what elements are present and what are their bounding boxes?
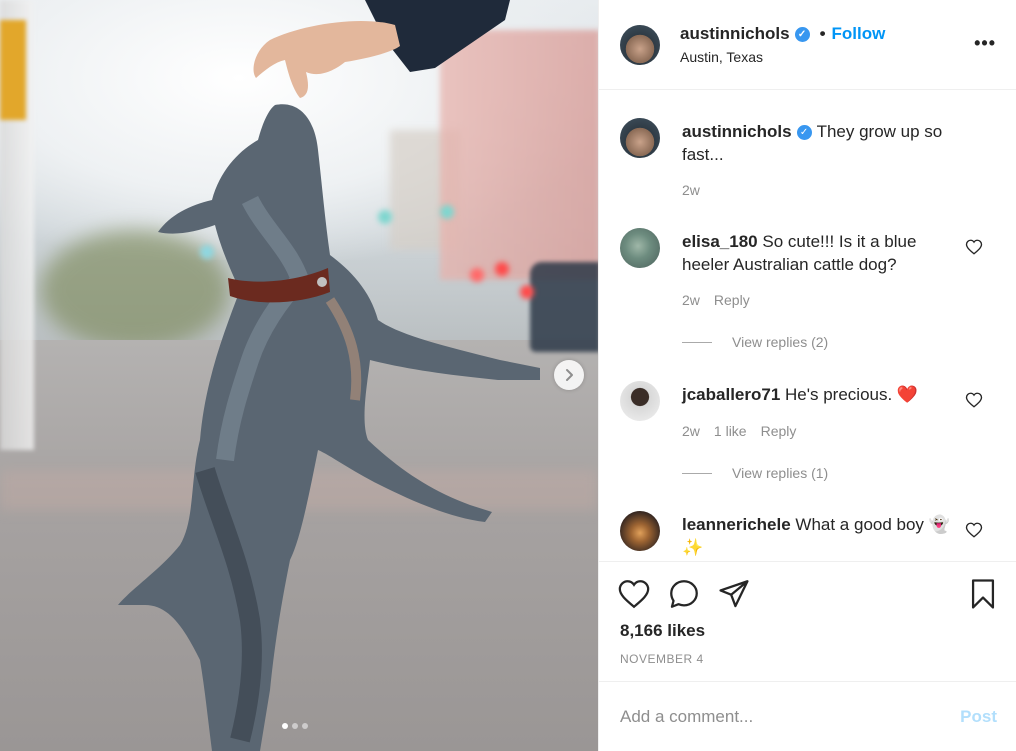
share-icon[interactable] [717, 577, 751, 611]
add-comment-bar: Post [599, 681, 1016, 751]
reply-button[interactable]: Reply [761, 423, 797, 439]
comment-text: leannerichele What a good boy 👻✨ [682, 513, 952, 559]
verified-icon: ✓ [794, 26, 810, 42]
verified-icon: ✓ [796, 125, 812, 141]
carousel-dot [302, 723, 308, 729]
follow-button[interactable]: Follow [832, 24, 886, 44]
avatar[interactable] [620, 118, 660, 158]
carousel-indicator [282, 723, 308, 729]
comment-text: jcaballero71 He's precious. ❤️ [682, 383, 952, 406]
avatar[interactable] [620, 25, 660, 65]
location-link[interactable]: Austin, Texas [680, 49, 763, 65]
post-actions: 8,166 likes NOVEMBER 4 [599, 561, 1016, 681]
caption-text: austinnichols ✓ They grow up so fast... [682, 120, 952, 166]
next-slide-button[interactable] [554, 360, 584, 390]
avatar[interactable] [620, 511, 660, 551]
timestamp: 2w [682, 423, 700, 439]
comments-list[interactable]: austinnichols ✓ They grow up so fast... 2w… [599, 91, 1016, 561]
view-replies-button[interactable]: View replies (2) [682, 334, 828, 350]
heart-icon[interactable] [965, 391, 983, 409]
post-date[interactable]: NOVEMBER 4 [620, 652, 704, 666]
comment-username[interactable]: jcaballero71 [682, 385, 780, 404]
heart-icon[interactable] [617, 577, 651, 611]
comment-icon[interactable] [667, 577, 701, 611]
likes-count[interactable]: 8,166 likes [620, 621, 705, 641]
comment-meta: 2w 1 like Reply [682, 423, 796, 439]
bookmark-icon[interactable] [966, 577, 1000, 611]
heart-icon[interactable] [965, 238, 983, 256]
divider [682, 341, 712, 343]
post-header: austinnichols ✓ • Follow Austin, Texas •… [599, 0, 1016, 90]
timestamp: 2w [682, 292, 700, 308]
comment-username[interactable]: leannerichele [682, 515, 791, 534]
heart-icon[interactable] [965, 521, 983, 539]
separator-dot: • [819, 24, 826, 43]
comment-body: He's precious. ❤️ [785, 385, 919, 404]
username-link[interactable]: austinnichols [680, 24, 790, 44]
carousel-dot [292, 723, 298, 729]
avatar[interactable] [620, 381, 660, 421]
divider [682, 472, 712, 474]
comment-input[interactable] [620, 704, 940, 730]
avatar[interactable] [620, 228, 660, 268]
chevron-right-icon [566, 369, 573, 381]
view-replies-label: View replies (1) [732, 465, 829, 481]
dog-illustration [118, 0, 540, 751]
view-replies-label: View replies (2) [732, 334, 829, 350]
comment-username[interactable]: elisa_180 [682, 232, 758, 251]
comment-meta: 2w Reply [682, 292, 750, 308]
comment-likes[interactable]: 1 like [714, 423, 747, 439]
post-photo[interactable] [0, 0, 598, 751]
view-replies-button[interactable]: View replies (1) [682, 465, 828, 481]
reply-button[interactable]: Reply [714, 292, 750, 308]
caption-username[interactable]: austinnichols [682, 122, 792, 141]
post-button[interactable]: Post [960, 707, 997, 727]
carousel-dot [282, 723, 288, 729]
timestamp: 2w [682, 182, 700, 198]
comment-text: elisa_180 So cute!!! Is it a blue heeler… [682, 230, 952, 276]
caption-meta: 2w [682, 182, 700, 198]
post-side-panel: austinnichols ✓ • Follow Austin, Texas •… [598, 0, 1016, 751]
more-icon[interactable]: ••• [974, 33, 996, 54]
